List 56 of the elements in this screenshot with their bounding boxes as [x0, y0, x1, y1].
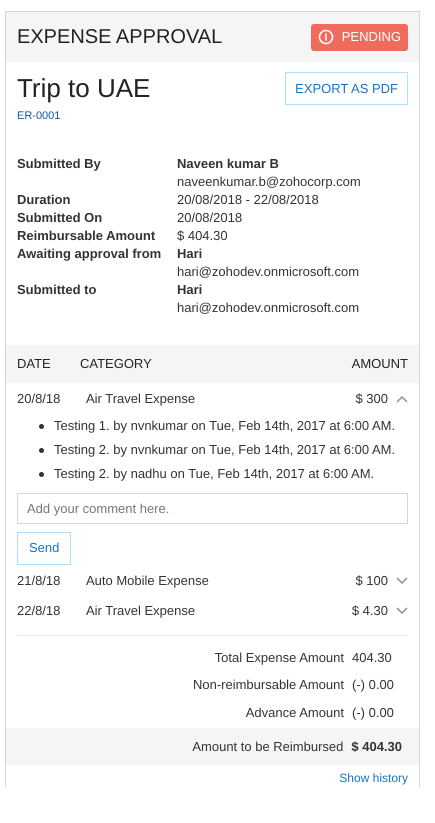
summary-label: Total Expense Amount	[214, 648, 344, 667]
reimbursed-value: $ 404.30	[350, 738, 402, 756]
detail-value: hari@zohodev.onmicrosoft.com	[177, 262, 360, 280]
chevron-down-icon[interactable]	[396, 606, 408, 614]
comment-field[interactable]: Add your comment here.	[17, 492, 408, 524]
column-header: DATE	[17, 354, 52, 373]
detail-value: Hari	[177, 244, 204, 262]
expense-row[interactable]: 21/8/18 Auto Mobile Expense $ 100	[17, 566, 408, 594]
bullet-icon	[39, 472, 44, 476]
comment-text: Testing 2. by nvnkumar on Tue, Feb 14th, 2017 at 6:00 AM.	[54, 440, 396, 458]
page-title: EXPENSE APPROVAL	[17, 25, 222, 50]
expense-amount: $ 4.30	[352, 602, 388, 620]
export-button[interactable]: EXPORT AS PDF	[285, 72, 408, 105]
summary-value: 404.30	[351, 648, 393, 666]
summary-label: Non-reimbursable Amount	[192, 676, 344, 694]
summary-value: (-) 0.00	[351, 676, 395, 694]
detail-value: 20/08/2018 - 22/08/2018	[177, 190, 319, 208]
expense-category: Air Travel Expense	[86, 602, 196, 620]
expense-amount: $ 100	[355, 572, 388, 590]
reimbursed-label: Amount to be Reimbursed	[192, 738, 344, 756]
chevron-up-icon[interactable]	[396, 394, 408, 402]
status-text: PENDING	[342, 28, 401, 46]
chevron-down-icon[interactable]	[396, 576, 408, 584]
detail-label: Submitted to	[17, 280, 98, 298]
expense-row[interactable]: 20/8/18 Air Travel Expense $ 300	[17, 384, 408, 412]
report-title: Trip to UAE	[17, 72, 150, 105]
expense-amount: $ 300	[355, 390, 388, 408]
detail-label: Awaiting approval from	[17, 244, 162, 263]
send-button[interactable]: Send	[17, 532, 72, 564]
expense-row[interactable]: 22/8/18 Air Travel Expense $ 4.30	[17, 596, 408, 624]
alert-icon	[318, 29, 334, 45]
detail-label: Reimbursable Amount	[17, 226, 156, 244]
expense-category: Auto Mobile Expense	[86, 572, 210, 590]
detail-value: 20/08/2018	[177, 208, 242, 226]
report-id: ER-0001	[17, 109, 62, 124]
detail-value: hari@zohodev.onmicrosoft.com	[177, 298, 360, 316]
expense-category: Air Travel Expense	[86, 390, 196, 408]
expense-date: 20/8/18	[17, 390, 62, 408]
comment-text: Testing 2. by nadhu on Tue, Feb 14th, 2017 at 6:00 AM.	[54, 464, 374, 482]
column-header: CATEGORY	[80, 354, 153, 373]
expense-date: 22/8/18	[17, 602, 62, 620]
detail-value: $ 404.30	[177, 226, 228, 244]
detail-value: Naveen kumar B	[177, 154, 280, 172]
detail-label: Submitted By	[17, 154, 102, 173]
comment-text: Testing 1. by nvnkumar on Tue, Feb 14th, 2017 at 6:00 AM.	[54, 416, 396, 434]
bullet-icon	[39, 448, 44, 452]
detail-value: naveenkumar.b@zohocorp.com	[177, 172, 361, 190]
summary-label: Advance Amount	[246, 704, 344, 722]
detail-label: Submitted On	[17, 208, 104, 226]
detail-value: Hari	[177, 280, 204, 298]
expense-date: 21/8/18	[17, 572, 62, 590]
bullet-icon	[39, 424, 44, 428]
detail-label: Duration	[17, 190, 72, 208]
column-header: AMOUNT	[352, 354, 408, 373]
show-history-link[interactable]: Show history	[339, 769, 408, 787]
summary-value: (-) 0.00	[351, 704, 395, 722]
